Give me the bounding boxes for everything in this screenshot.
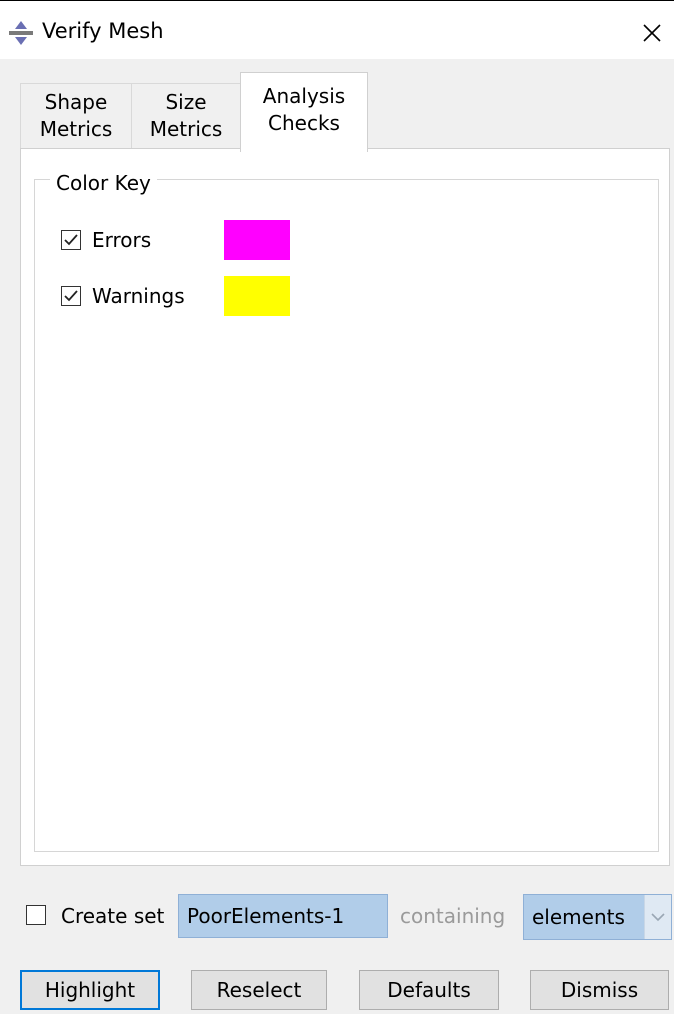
highlight-button[interactable]: Highlight: [20, 970, 160, 1010]
tab-size-metrics-line2: Metrics: [149, 117, 223, 141]
tab-size-metrics[interactable]: Size Metrics: [131, 83, 241, 149]
tab-analysis-checks-line1: Analysis: [262, 84, 346, 108]
warnings-label: Warnings: [92, 284, 185, 308]
errors-checkbox[interactable]: [61, 230, 81, 250]
errors-color-swatch[interactable]: [224, 220, 290, 260]
checkmark-icon: [64, 290, 78, 302]
containing-select-value: elements: [532, 905, 625, 929]
mesh-app-icon: [9, 21, 33, 45]
window-title: Verify Mesh: [42, 19, 164, 43]
tab-analysis-checks[interactable]: Analysis Checks: [240, 72, 368, 152]
warnings-color-swatch[interactable]: [224, 276, 290, 316]
warnings-checkbox[interactable]: [61, 286, 81, 306]
dismiss-button[interactable]: Dismiss: [530, 970, 669, 1010]
reselect-button[interactable]: Reselect: [191, 970, 327, 1010]
tab-shape-metrics-line2: Metrics: [39, 117, 113, 141]
containing-select-arrow[interactable]: [644, 895, 671, 939]
tab-size-metrics-line1: Size: [165, 90, 207, 114]
close-icon[interactable]: [636, 17, 668, 49]
color-key-group: [34, 179, 659, 852]
tab-shape-metrics-line1: Shape: [44, 90, 108, 114]
tab-analysis-checks-line2: Checks: [268, 111, 340, 135]
tab-shape-metrics[interactable]: Shape Metrics: [20, 83, 132, 149]
color-key-label: Color Key: [50, 170, 157, 196]
title-bar: Verify Mesh: [0, 1, 674, 59]
checkmark-icon: [64, 234, 78, 246]
containing-select[interactable]: elements: [523, 894, 672, 940]
containing-label: containing: [400, 904, 506, 928]
create-set-checkbox[interactable]: [26, 905, 46, 925]
errors-label: Errors: [92, 228, 152, 252]
defaults-button[interactable]: Defaults: [359, 970, 499, 1010]
chevron-down-icon: [651, 913, 665, 922]
set-name-input[interactable]: [178, 894, 388, 938]
create-set-label: Create set: [61, 904, 165, 928]
